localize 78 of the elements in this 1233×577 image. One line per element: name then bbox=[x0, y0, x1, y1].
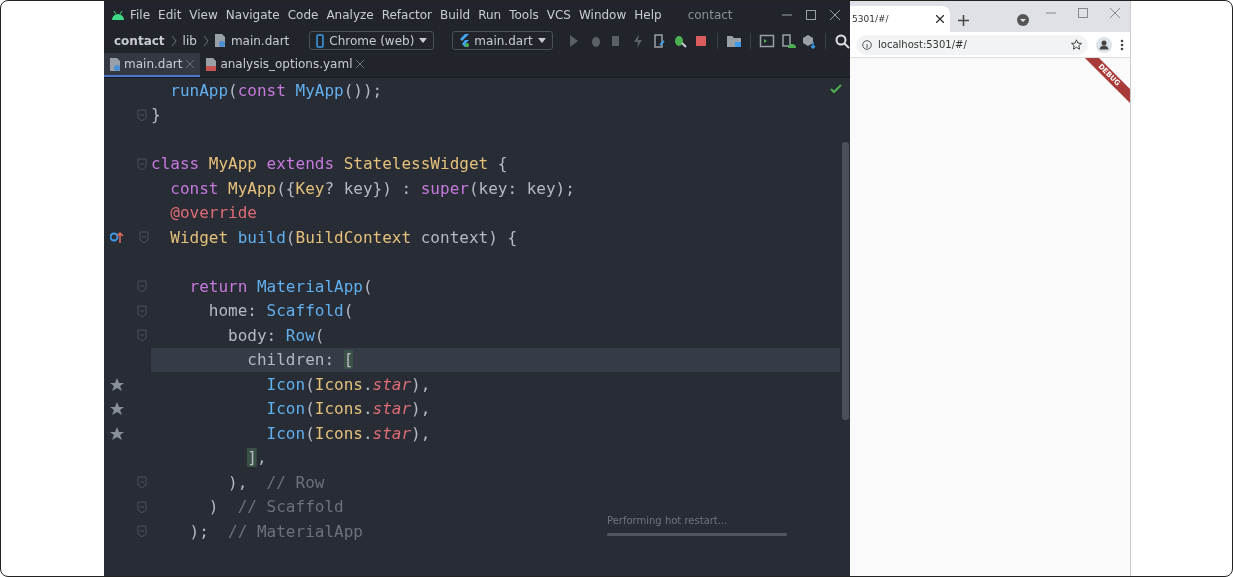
code-line: const MyApp({Key? key}) : super(key: key); bbox=[169, 177, 575, 200]
code-line: Icon(Icons.star), bbox=[265, 373, 431, 396]
menu-item[interactable]: Tools bbox=[505, 7, 543, 22]
breadcrumb[interactable]: main.dart bbox=[230, 33, 290, 48]
maximize-icon[interactable] bbox=[806, 9, 816, 20]
code-line: Icon(Icons.star), bbox=[265, 398, 431, 421]
fold-marker-icon[interactable] bbox=[137, 108, 147, 121]
flutter-icon bbox=[459, 34, 470, 47]
progress-label: Performing hot restart... bbox=[607, 515, 729, 526]
breadcrumb[interactable]: lib bbox=[182, 33, 197, 48]
code-line: runApp(const MyApp()); bbox=[169, 79, 383, 102]
editor-tab[interactable]: analysis_options.yaml bbox=[200, 53, 371, 77]
window-title: contact bbox=[687, 7, 733, 22]
code-line: ) // Scaffold bbox=[207, 496, 344, 519]
menu-item[interactable]: Edit bbox=[154, 7, 186, 22]
search-icon[interactable] bbox=[833, 32, 850, 49]
code-line: Icon(Icons.star), bbox=[265, 422, 431, 445]
fold-marker-icon[interactable] bbox=[137, 476, 147, 489]
scrollbar[interactable] bbox=[842, 142, 849, 420]
dropdown-icon[interactable] bbox=[1017, 14, 1029, 26]
star-icon[interactable] bbox=[1071, 39, 1082, 50]
caret-icon bbox=[419, 38, 428, 43]
run-config-dropdown[interactable]: main.dart bbox=[452, 31, 553, 50]
menu-item[interactable]: Navigate bbox=[221, 7, 284, 22]
star-icon bbox=[110, 402, 124, 416]
fold-marker-icon[interactable] bbox=[137, 304, 147, 317]
address-bar[interactable]: localhost:5301/#/ bbox=[856, 34, 1088, 55]
yaml-file-icon bbox=[206, 57, 217, 71]
menu-item[interactable]: Analyze bbox=[322, 7, 378, 22]
check-icon bbox=[830, 84, 842, 94]
info-icon bbox=[862, 39, 872, 50]
terminal-icon[interactable] bbox=[758, 32, 775, 49]
device-icon[interactable] bbox=[779, 32, 796, 49]
code-line: } bbox=[151, 104, 161, 127]
profile-icon[interactable] bbox=[1096, 36, 1112, 53]
chevron-icon bbox=[202, 34, 209, 47]
fold-marker-icon[interactable] bbox=[137, 280, 147, 293]
plus-icon[interactable] bbox=[958, 15, 969, 26]
phone-icon bbox=[316, 33, 325, 48]
code-line: body: Row( bbox=[227, 324, 325, 347]
code-line: class MyApp extends StatelessWidget { bbox=[151, 153, 508, 176]
fold-marker-icon[interactable] bbox=[137, 329, 147, 342]
menu-item[interactable]: File bbox=[126, 7, 155, 22]
menu-item[interactable]: Code bbox=[283, 7, 323, 22]
chevron-icon bbox=[170, 34, 177, 47]
override-icon bbox=[110, 231, 124, 244]
menu-item[interactable]: View bbox=[185, 7, 222, 22]
code-line: ); // MaterialApp bbox=[188, 520, 363, 543]
editor-tab[interactable]: main.dart bbox=[104, 53, 201, 77]
android-icon bbox=[110, 8, 126, 21]
star-icon bbox=[110, 377, 124, 391]
device-dropdown[interactable]: Chrome (web) bbox=[309, 31, 435, 50]
star-icon bbox=[110, 426, 124, 440]
code-line: @override bbox=[169, 202, 257, 225]
fold-marker-icon[interactable] bbox=[137, 525, 147, 538]
browser-tab[interactable]: 5301/#/ bbox=[850, 6, 950, 32]
caret-icon bbox=[537, 38, 546, 43]
menu-icon[interactable] bbox=[1120, 38, 1124, 51]
menu-item[interactable]: Refactor bbox=[377, 7, 437, 22]
file-icon bbox=[214, 34, 225, 47]
code-line: home: Scaffold( bbox=[207, 300, 354, 323]
fold-marker-icon[interactable] bbox=[139, 231, 149, 244]
fold-marker-icon[interactable] bbox=[137, 500, 147, 513]
menu-item[interactable]: Build bbox=[436, 7, 475, 22]
code-line: ), // Row bbox=[227, 471, 325, 494]
code-line: Widget build(BuildContext context) { bbox=[169, 226, 518, 249]
maximize-icon[interactable] bbox=[1078, 8, 1088, 18]
fold-marker-icon[interactable] bbox=[137, 157, 147, 170]
close-icon[interactable] bbox=[830, 9, 840, 20]
package-icon[interactable] bbox=[800, 32, 817, 49]
code-line: return MaterialApp( bbox=[188, 275, 373, 298]
menu-item[interactable]: Run bbox=[474, 7, 506, 22]
breadcrumb[interactable]: contact bbox=[114, 33, 165, 48]
dart-file-icon bbox=[110, 57, 120, 71]
menu-item[interactable]: Window bbox=[574, 7, 631, 22]
menu-item[interactable]: VCS bbox=[542, 7, 575, 22]
close-icon[interactable] bbox=[936, 15, 944, 23]
menu-item[interactable]: Help bbox=[630, 7, 666, 22]
